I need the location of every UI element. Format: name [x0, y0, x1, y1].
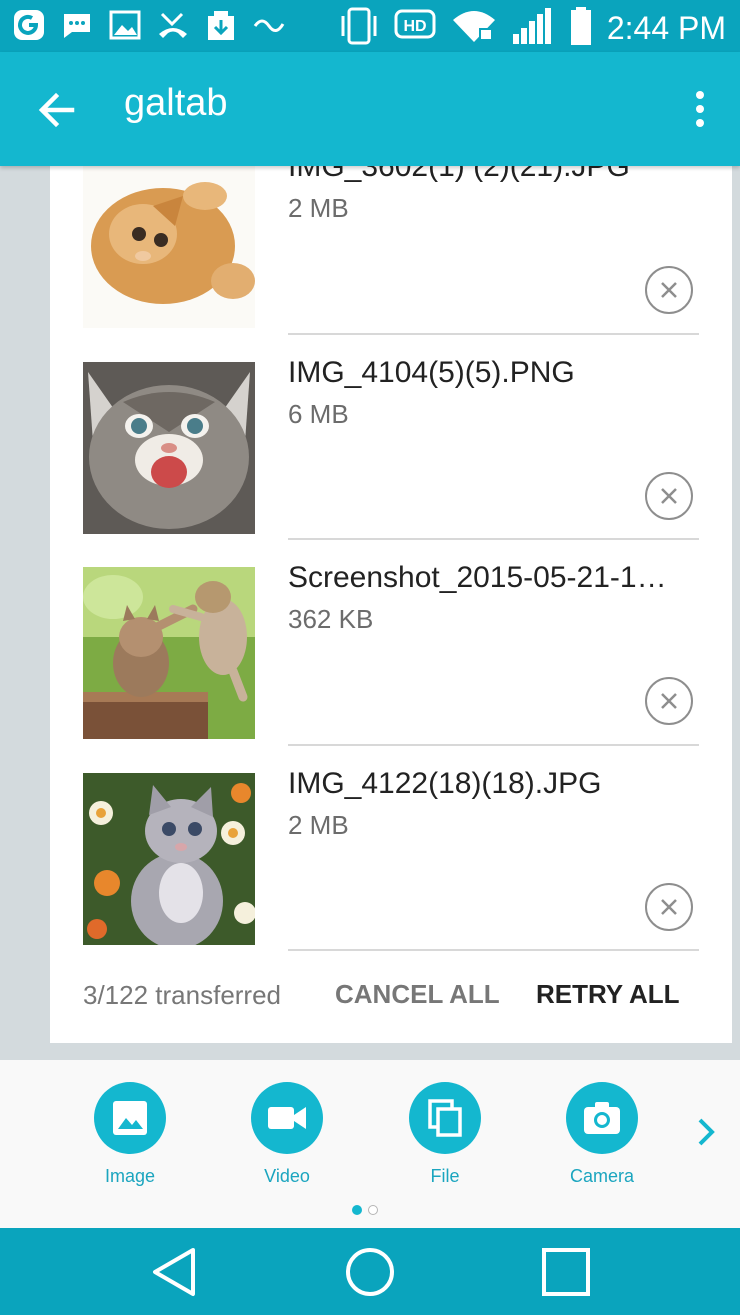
vibrate-icon: [339, 6, 379, 51]
videocam-icon: [251, 1082, 323, 1154]
file-name: IMG_3602(1) (2)(21).JPG: [288, 166, 630, 183]
attach-file-button[interactable]: File: [390, 1082, 500, 1187]
divider: [288, 949, 699, 951]
list-item: IMG_3602(1) (2)(21).JPG 2 MB: [50, 166, 732, 335]
voicemail-icon: [252, 8, 286, 42]
file-name: IMG_4122(18)(18).JPG: [288, 766, 602, 800]
status-bar: HD 2:44 PM: [0, 0, 740, 52]
list-item: Screenshot_2015-05-21-1… 362 KB: [50, 537, 732, 746]
retry-all-button[interactable]: RETRY ALL: [536, 979, 679, 1010]
close-icon: [661, 282, 677, 298]
file-size: 6 MB: [288, 398, 349, 429]
file-name: Screenshot_2015-05-21-1…: [288, 561, 667, 594]
svg-text:HD: HD: [403, 18, 426, 35]
home-circle-icon[interactable]: [340, 1242, 400, 1302]
signal-icon: [511, 6, 555, 51]
cancel-transfer-button[interactable]: [645, 266, 693, 314]
file-size: 2 MB: [288, 809, 349, 840]
app-bar: galtab: [0, 52, 740, 166]
close-icon: [661, 693, 677, 709]
message-icon: [60, 8, 94, 42]
attach-image-button[interactable]: Image: [75, 1082, 185, 1187]
cancel-transfer-button[interactable]: [645, 677, 693, 725]
missed-call-icon: [156, 8, 190, 42]
attach-camera-button[interactable]: Camera: [547, 1082, 657, 1187]
file-size: 2 MB: [288, 193, 349, 223]
attach-tray: Image Video File Camera: [0, 1060, 740, 1228]
tray-label: Video: [264, 1166, 310, 1186]
file-thumbnail: [83, 166, 255, 328]
chevron-right-icon[interactable]: [690, 1112, 722, 1152]
camera-icon: [566, 1082, 638, 1154]
attach-video-button[interactable]: Video: [232, 1082, 342, 1187]
transfer-footer: 3/122 transferred CANCEL ALL RETRY ALL: [50, 966, 732, 1026]
wifi-lock-icon: [451, 8, 497, 49]
hd-icon: HD: [393, 8, 437, 49]
page-indicator: [352, 1205, 378, 1215]
transfer-card: IMG_3602(1) (2)(21).JPG 2 MB IMG_4104(5)…: [50, 166, 732, 1043]
transfer-progress-text: 3/122 transferred: [83, 980, 282, 1010]
arrow-back-icon[interactable]: [32, 84, 84, 136]
more-vert-icon[interactable]: [690, 90, 710, 130]
cancel-transfer-button[interactable]: [645, 882, 693, 931]
image-icon: [108, 8, 142, 42]
battery-icon: [569, 6, 593, 51]
cancel-all-button[interactable]: CANCEL ALL: [335, 979, 500, 1010]
page-dot: [368, 1205, 378, 1215]
page-dot-active: [352, 1205, 362, 1215]
close-icon: [661, 898, 677, 915]
tray-label: Camera: [569, 1166, 635, 1186]
file-thumbnail: [83, 772, 255, 945]
notification-icons: [12, 8, 286, 42]
navigation-bar: [0, 1228, 740, 1315]
file-list[interactable]: IMG_3602(1) (2)(21).JPG 2 MB IMG_4104(5)…: [50, 166, 732, 951]
file-copy-icon: [409, 1082, 481, 1154]
list-item: IMG_4104(5)(5).PNG 6 MB: [50, 332, 732, 540]
close-icon: [661, 487, 677, 504]
recents-square-icon[interactable]: [536, 1242, 596, 1302]
system-icons: HD 2:44 PM: [339, 6, 726, 51]
tray-label: File: [430, 1166, 460, 1186]
file-thumbnail: [83, 567, 255, 739]
clock: 2:44 PM: [606, 10, 726, 46]
cancel-transfer-button[interactable]: [645, 471, 693, 520]
page-title: galtab: [124, 82, 228, 124]
file-name: IMG_4104(5)(5).PNG: [288, 355, 575, 389]
list-item: IMG_4122(18)(18).JPG 2 MB: [50, 743, 732, 951]
back-triangle-icon[interactable]: [145, 1242, 205, 1302]
file-thumbnail: [83, 361, 255, 534]
tray-label: Image: [104, 1166, 156, 1186]
download-icon: [204, 8, 238, 42]
app-icon: [12, 8, 46, 42]
image-icon: [94, 1082, 166, 1154]
file-size: 362 KB: [288, 604, 374, 634]
